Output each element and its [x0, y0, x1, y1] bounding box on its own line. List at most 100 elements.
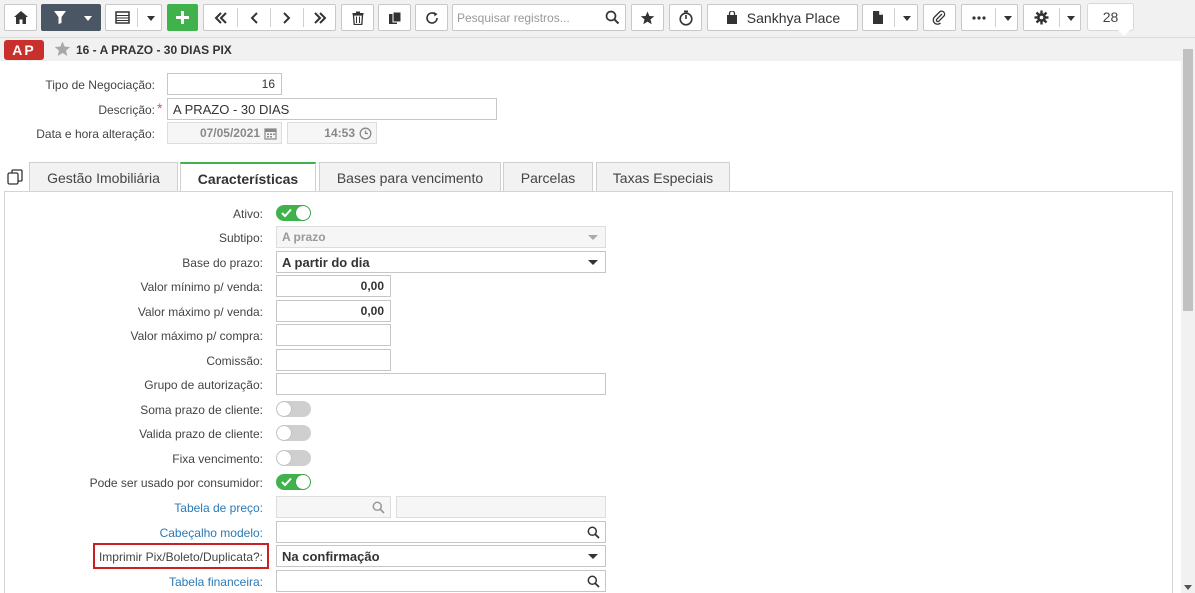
last-record-button[interactable]: [304, 5, 336, 30]
next-record-button[interactable]: [271, 5, 303, 30]
search-icon[interactable]: [587, 526, 600, 539]
toolbar: Sankhya Place 28: [0, 0, 1195, 38]
valor-maximo-venda-label: Valor máximo p/ venda:: [137, 305, 263, 319]
list-icon: [115, 11, 130, 24]
valor-minimo-label: Valor mínimo p/ venda:: [140, 280, 263, 294]
sankhya-place-button[interactable]: Sankhya Place: [707, 4, 858, 31]
descricao-label: Descrição:: [98, 103, 155, 117]
refresh-icon: [425, 11, 438, 24]
timer-button[interactable]: [669, 4, 702, 31]
chevron-right-icon: [283, 11, 291, 24]
filter-icon: [54, 11, 66, 24]
sankhya-place-label: Sankhya Place: [746, 9, 841, 26]
grupo-autorizacao-field[interactable]: [276, 373, 606, 395]
chevron-down-icon: [1067, 16, 1075, 21]
search-input[interactable]: [453, 5, 603, 30]
tabela-preco-field: [276, 496, 391, 518]
chevron-down-icon: [903, 16, 911, 21]
attach-button[interactable]: [923, 4, 956, 31]
chevron-down-icon: [588, 235, 598, 240]
valor-maximo-venda-field[interactable]: 0,00: [276, 300, 391, 322]
navigation-group: [203, 4, 336, 31]
fixa-vencimento-toggle[interactable]: [276, 450, 311, 466]
tipo-field[interactable]: 16: [167, 73, 282, 95]
chevron-down-icon: [588, 554, 598, 559]
comissao-label: Comissão:: [206, 354, 263, 368]
valor-minimo-field[interactable]: 0,00: [276, 275, 391, 297]
duplicate-button[interactable]: [378, 4, 411, 31]
trash-icon: [352, 11, 363, 25]
delete-button[interactable]: [341, 4, 374, 31]
search-box: [452, 4, 626, 31]
valida-prazo-toggle[interactable]: [276, 425, 311, 441]
record-title-bar: AP 16 - A PRAZO - 30 DIAS PIX: [0, 39, 1181, 61]
valor-maximo-compra-label: Valor máximo p/ compra:: [130, 329, 264, 343]
scroll-down-icon[interactable]: [1184, 585, 1192, 590]
data-alteracao-label: Data e hora alteração:: [36, 127, 155, 141]
add-button[interactable]: [167, 4, 198, 31]
soma-prazo-label: Soma prazo de cliente:: [140, 403, 263, 417]
clock-icon[interactable]: [359, 127, 372, 140]
consumidor-toggle[interactable]: [276, 474, 311, 490]
ativo-label: Ativo:: [232, 207, 263, 221]
search-icon[interactable]: [587, 575, 600, 588]
fixa-vencimento-label: Fixa vencimento:: [172, 452, 263, 466]
chevron-down-icon: [588, 260, 598, 265]
calendar-icon[interactable]: [264, 127, 277, 140]
tab-bar: Gestão Imobiliária Características Bases…: [0, 162, 1181, 193]
tabela-preco-description: [396, 496, 606, 518]
favorite-button[interactable]: [631, 4, 664, 31]
cabecalho-modelo-label[interactable]: Cabeçalho modelo:: [160, 526, 263, 540]
scrollbar-thumb[interactable]: [1183, 49, 1193, 311]
first-record-button[interactable]: [204, 5, 237, 30]
filter-button[interactable]: [41, 4, 101, 31]
ellipsis-icon: [972, 15, 986, 20]
gear-icon: [1034, 10, 1049, 25]
search-icon[interactable]: [372, 501, 385, 514]
settings-button[interactable]: [1023, 4, 1081, 31]
cabecalho-modelo-field[interactable]: [276, 521, 606, 543]
tipo-label: Tipo de Negociação:: [45, 78, 155, 92]
home-button[interactable]: [4, 4, 37, 31]
base-prazo-label: Base do prazo:: [182, 256, 263, 270]
search-icon[interactable]: [605, 10, 620, 25]
more-actions-button[interactable]: [961, 4, 1018, 31]
required-asterisk: *: [157, 100, 163, 116]
view-mode-button[interactable]: [105, 4, 162, 31]
imprimir-label: Imprimir Pix/Boleto/Duplicata?:: [98, 550, 263, 564]
report-button[interactable]: [862, 4, 918, 31]
paperclip-icon: [932, 10, 946, 25]
data-alteracao-field: 07/05/2021: [167, 122, 282, 144]
subtipo-select: A prazo: [276, 226, 606, 248]
star-icon[interactable]: [54, 41, 71, 57]
previous-record-button[interactable]: [238, 5, 270, 30]
base-prazo-select[interactable]: A partir do dia: [276, 251, 606, 273]
descricao-field[interactable]: A PRAZO - 30 DIAS: [167, 98, 497, 120]
tab-parcelas[interactable]: Parcelas: [503, 162, 593, 192]
grupo-autorizacao-label: Grupo de autorização:: [144, 378, 263, 392]
tabela-financeira-label[interactable]: Tabela financeira:: [169, 575, 263, 589]
subtipo-label: Subtipo:: [218, 231, 263, 245]
vertical-scrollbar[interactable]: [1181, 39, 1195, 593]
soma-prazo-toggle[interactable]: [276, 401, 311, 417]
double-chevron-left-icon: [214, 11, 227, 24]
tabela-preco-label[interactable]: Tabela de preço:: [174, 501, 263, 515]
valida-prazo-label: Valida prazo de cliente:: [139, 427, 263, 441]
tab-gestao-imobiliaria[interactable]: Gestão Imobiliária: [29, 162, 178, 192]
tab-taxas-especiais[interactable]: Taxas Especiais: [596, 162, 730, 192]
imprimir-select[interactable]: Na confirmação: [276, 545, 606, 567]
status-badge: AP: [4, 40, 44, 60]
chevron-down-icon: [147, 16, 155, 21]
page-title: 16 - A PRAZO - 30 DIAS PIX: [76, 43, 232, 57]
check-icon: [281, 477, 292, 487]
refresh-button[interactable]: [415, 4, 448, 31]
valor-maximo-compra-field[interactable]: [276, 324, 391, 346]
tab-bases-vencimento[interactable]: Bases para vencimento: [319, 162, 501, 192]
comissao-field[interactable]: [276, 349, 391, 371]
star-icon: [640, 11, 655, 24]
check-icon: [281, 208, 292, 218]
ativo-toggle[interactable]: [276, 205, 311, 221]
chevron-left-icon: [250, 11, 258, 24]
tabela-financeira-field[interactable]: [276, 570, 606, 592]
tab-caracteristicas[interactable]: Características: [180, 162, 316, 193]
